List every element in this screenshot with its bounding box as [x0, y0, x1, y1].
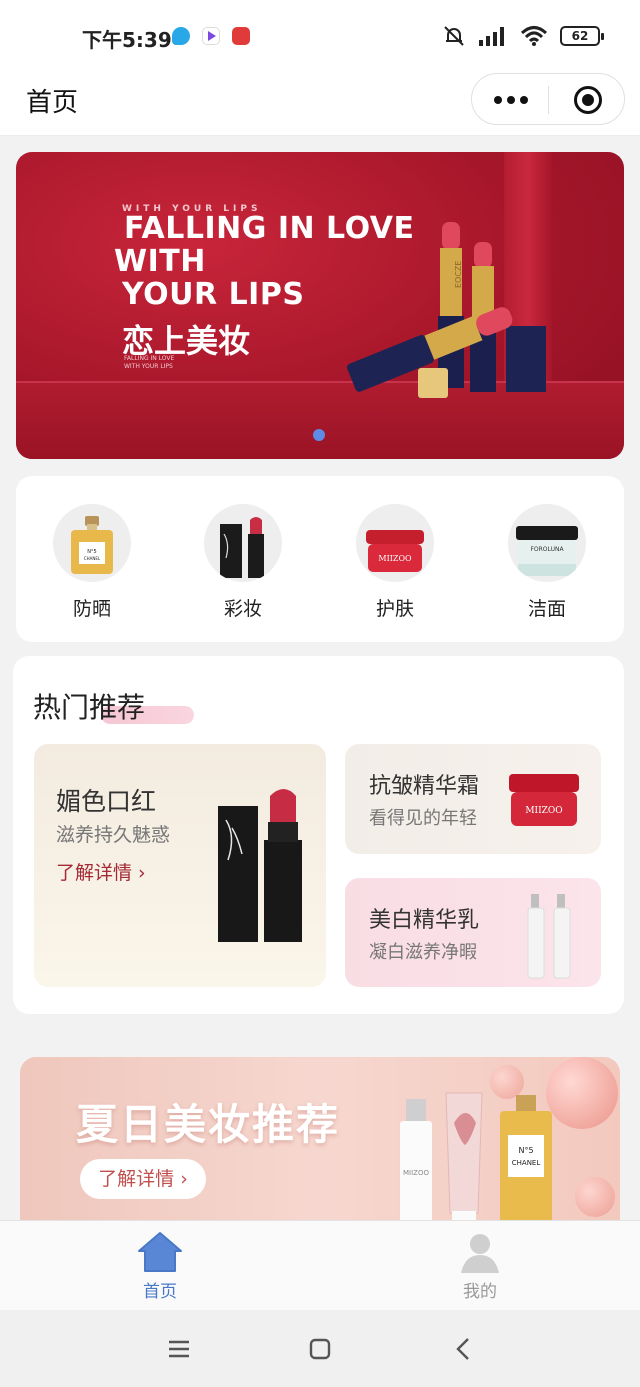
status-right: 62	[442, 24, 604, 48]
svg-text:MIIZOO: MIIZOO	[378, 554, 412, 563]
status-app-icons	[172, 27, 250, 45]
bottom-tab-bar: 首页 我的	[0, 1220, 640, 1310]
summer-brand-right: CHANEL	[512, 1159, 541, 1167]
summer-products-image: MIIZOO N°5 CHANEL	[400, 1092, 552, 1237]
carousel-indicator-active[interactable]	[313, 429, 325, 441]
category-item-makeup[interactable]: 彩妆	[203, 504, 283, 621]
product-tile-whitening[interactable]: 美白精华乳 凝白滋养净暇	[345, 878, 601, 987]
tile-title: 抗皱精华霜	[369, 774, 480, 799]
news-app-icon	[232, 27, 250, 45]
product-tile-lipstick[interactable]: 媚色口红 滋养持久魅惑 了解详情 ›	[34, 744, 326, 987]
svg-text:CHANEL: CHANEL	[84, 556, 101, 561]
tile-subtitle: 看得见的年轻	[369, 808, 477, 829]
wifi-icon	[520, 26, 548, 46]
lipstick-brand-text: EOCZE	[454, 261, 463, 288]
promo-banner[interactable]: WITH YOUR LIPS FALLING IN LOVE WITH YOUR…	[16, 152, 624, 459]
summer-brand-left: MIIZOO	[403, 1169, 429, 1177]
lipstick-product-image	[218, 789, 302, 942]
user-icon	[459, 1231, 501, 1273]
summer-perfume-no: N°5	[518, 1146, 533, 1155]
summer-learn-more-button[interactable]: 了解详情 ›	[80, 1159, 206, 1199]
app-notification-icon	[172, 27, 190, 45]
section-title: 热门推荐	[33, 691, 146, 724]
category-item-sunscreen[interactable]: N°5 CHANEL 防晒	[52, 504, 132, 621]
category-label: 彩妆	[223, 598, 262, 620]
recent-apps-icon[interactable]	[166, 1336, 192, 1362]
category-card: N°5 CHANEL 防晒 彩妆 MIIZOO 护肤 FOROLUNA 洁面	[16, 476, 624, 642]
category-item-cleanser[interactable]: FOROLUNA 洁面	[507, 504, 587, 621]
summer-makeup-banner[interactable]: 夏日美妆推荐 了解详情 › MIIZOO N°5 CHANEL	[20, 1057, 620, 1237]
battery-indicator: 62	[560, 26, 604, 46]
cream-brand-text: MIIZOO	[525, 806, 562, 816]
tab-profile[interactable]: 我的	[440, 1231, 520, 1302]
status-bar: 下午5:39 62	[0, 0, 640, 70]
home-button-icon[interactable]	[307, 1336, 333, 1362]
summer-title: 夏日美妆推荐	[76, 1100, 341, 1149]
category-label: 护肤	[375, 598, 414, 620]
serum-bottles-product-image	[527, 894, 571, 979]
page-title: 首页	[26, 88, 79, 118]
cream-jar-product-image: MIIZOO	[509, 774, 579, 826]
tile-title: 媚色口红	[56, 787, 157, 816]
lipstick-product-illustration: EOCZE	[347, 222, 546, 398]
category-label: 防晒	[72, 598, 111, 620]
mini-program-capsule	[471, 73, 625, 125]
more-menu-icon[interactable]	[494, 96, 528, 104]
category-label: 洁面	[527, 598, 566, 620]
tab-home[interactable]: 首页	[120, 1231, 200, 1302]
status-time: 下午5:39	[82, 28, 172, 52]
nav-bar: 首页	[0, 70, 640, 136]
system-navigation-bar	[0, 1310, 640, 1387]
cleanser-jar-icon: FOROLUNA	[508, 504, 586, 582]
hot-recommend-section: 热门推荐 媚色口红 滋养持久魅惑 了解详情 › 抗皱精华霜 看得见的年轻 MII…	[13, 656, 624, 1014]
capsule-divider	[548, 86, 549, 114]
tile-title: 美白精华乳	[369, 908, 480, 933]
video-app-icon	[202, 27, 220, 45]
svg-text:N°5: N°5	[87, 549, 96, 555]
product-tile-anti-wrinkle[interactable]: 抗皱精华霜 看得见的年轻 MIIZOO	[345, 744, 601, 854]
close-mini-program-icon[interactable]	[574, 86, 602, 114]
tile-subtitle: 凝白滋养净暇	[369, 942, 477, 963]
perfume-bottle-icon: N°5 CHANEL	[53, 504, 131, 582]
tile-subtitle: 滋养持久魅惑	[56, 824, 171, 846]
mute-bell-icon	[444, 26, 464, 46]
learn-more-link[interactable]: 了解详情 ›	[56, 858, 146, 885]
category-item-skincare[interactable]: MIIZOO 护肤	[355, 504, 435, 621]
svg-text:FOROLUNA: FOROLUNA	[530, 546, 564, 553]
signal-icon	[479, 27, 504, 46]
back-icon[interactable]	[451, 1336, 477, 1362]
home-icon	[137, 1231, 183, 1273]
cream-jar-icon: MIIZOO	[356, 504, 434, 582]
lipstick-icon	[204, 504, 282, 582]
tab-label: 首页	[143, 1282, 177, 1302]
banner-tiny-text: FALLING IN LOVE WITH YOUR LIPS	[124, 355, 175, 370]
tab-label: 我的	[463, 1282, 497, 1302]
